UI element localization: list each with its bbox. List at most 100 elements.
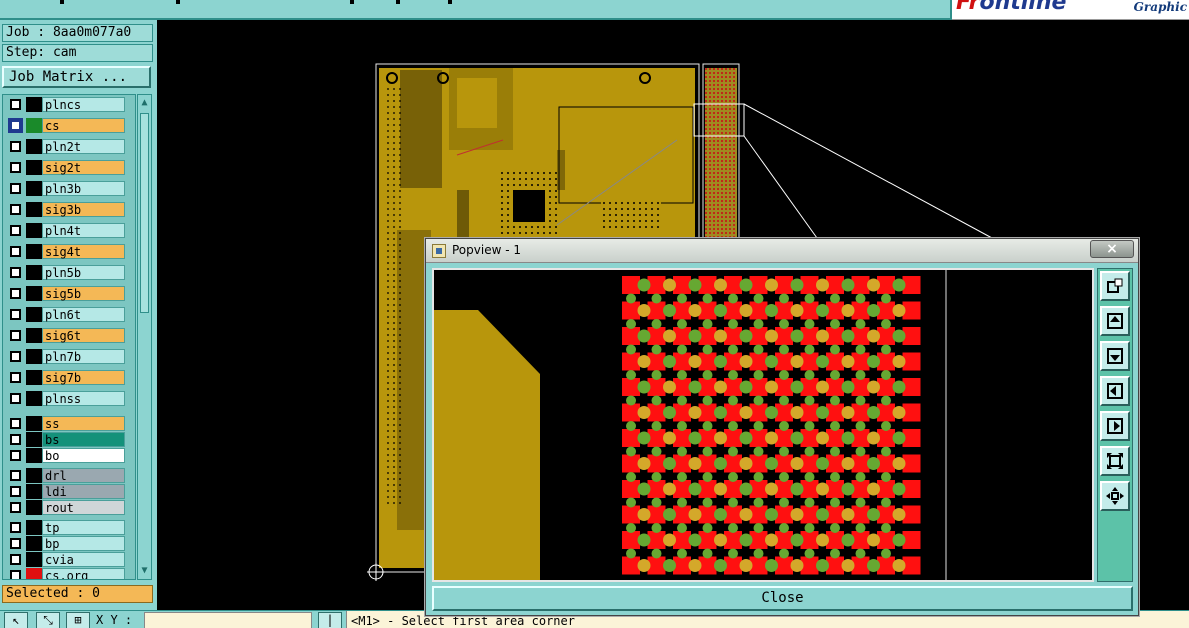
layer-name[interactable]: cs [42, 118, 125, 133]
layer-checkbox[interactable] [10, 288, 21, 299]
layer-checkbox[interactable] [10, 538, 21, 549]
layer-checkbox[interactable] [10, 570, 21, 579]
layer-row-sig2t[interactable]: sig2t [5, 160, 125, 175]
layer-checkbox[interactable] [10, 470, 21, 481]
layer-checkbox[interactable] [10, 351, 21, 362]
layer-scrollbar[interactable]: ▲ ▼ [137, 94, 152, 580]
layer-color-swatch[interactable] [26, 349, 42, 364]
snap-tool-button[interactable]: | [318, 612, 342, 628]
layer-color-swatch[interactable] [26, 432, 42, 447]
layer-row-ss[interactable]: ss [5, 416, 125, 431]
layer-checkbox[interactable] [10, 204, 21, 215]
layer-name[interactable]: cvia [42, 552, 125, 567]
layer-name[interactable]: sig6t [42, 328, 125, 343]
layer-name[interactable]: bp [42, 536, 125, 551]
layer-row-ldi[interactable]: ldi [5, 484, 125, 499]
layer-color-swatch[interactable] [26, 328, 42, 343]
layer-name[interactable]: plncs [42, 97, 125, 112]
popview-close-x-button[interactable]: × [1090, 240, 1134, 258]
layer-checkbox[interactable] [10, 522, 21, 533]
pan-down-icon[interactable] [1100, 341, 1130, 371]
layer-row-plncs[interactable]: plncs [5, 97, 125, 112]
layer-name[interactable]: pln2t [42, 139, 125, 154]
layer-row-cs[interactable]: cs [5, 118, 125, 133]
layer-color-swatch[interactable] [26, 500, 42, 515]
layer-checkbox[interactable] [10, 434, 21, 445]
layer-row-sig3b[interactable]: sig3b [5, 202, 125, 217]
layer-color-swatch[interactable] [26, 391, 42, 406]
layer-checkbox[interactable] [10, 267, 21, 278]
layer-color-swatch[interactable] [26, 416, 42, 431]
layer-row-pln3b[interactable]: pln3b [5, 181, 125, 196]
layer-row-bp[interactable]: bp [5, 536, 125, 551]
layer-name[interactable]: sig4t [42, 244, 125, 259]
layer-checkbox[interactable] [10, 225, 21, 236]
layer-row-pln4t[interactable]: pln4t [5, 223, 125, 238]
layer-row-plnss[interactable]: plnss [5, 391, 125, 406]
layer-name[interactable]: sig5b [42, 286, 125, 301]
layer-checkbox[interactable] [10, 309, 21, 320]
pan-left-icon[interactable] [1100, 376, 1130, 406]
layer-name[interactable]: pln4t [42, 223, 125, 238]
layer-checkbox[interactable] [10, 502, 21, 513]
layer-checkbox[interactable] [10, 372, 21, 383]
layer-checkbox[interactable] [10, 99, 21, 110]
layer-color-swatch[interactable] [26, 520, 42, 535]
popview-zoom-view[interactable] [432, 268, 1094, 582]
layer-color-swatch[interactable] [26, 244, 42, 259]
layer-row-sig4t[interactable]: sig4t [5, 244, 125, 259]
layer-color-swatch[interactable] [26, 484, 42, 499]
layer-color-swatch[interactable] [26, 286, 42, 301]
layer-color-swatch[interactable] [26, 265, 42, 280]
layer-name[interactable]: tp [42, 520, 125, 535]
layer-color-swatch[interactable] [26, 307, 42, 322]
layer-color-swatch[interactable] [26, 118, 42, 133]
layer-color-swatch[interactable] [26, 223, 42, 238]
layer-checkbox[interactable] [10, 418, 21, 429]
layer-checkbox[interactable] [10, 393, 21, 404]
layer-name[interactable]: sig3b [42, 202, 125, 217]
layer-name[interactable]: bs [42, 432, 125, 447]
layer-row-pln5b[interactable]: pln5b [5, 265, 125, 280]
scroll-thumb[interactable] [140, 113, 149, 313]
layer-name[interactable]: sig2t [42, 160, 125, 175]
layer-row-pln7b[interactable]: pln7b [5, 349, 125, 364]
layer-checkbox[interactable] [10, 450, 21, 461]
layer-checkbox[interactable] [10, 183, 21, 194]
layer-name[interactable]: pln3b [42, 181, 125, 196]
layer-name[interactable]: ss [42, 416, 125, 431]
scroll-down-icon[interactable]: ▼ [139, 565, 150, 577]
layer-row-drl[interactable]: drl [5, 468, 125, 483]
zoom-out-icon[interactable] [1100, 446, 1130, 476]
pan-right-icon[interactable] [1100, 411, 1130, 441]
pan-up-icon[interactable] [1100, 306, 1130, 336]
grid-tool-button[interactable]: ⊞ [66, 612, 90, 628]
zoom-in-icon[interactable] [1100, 481, 1130, 511]
layer-name[interactable]: ldi [42, 484, 125, 499]
layer-row-cvia[interactable]: cvia [5, 552, 125, 567]
layer-color-swatch[interactable] [26, 97, 42, 112]
layer-name[interactable]: rout [42, 500, 125, 515]
layer-checkbox[interactable] [10, 162, 21, 173]
layer-row-bo[interactable]: bo [5, 448, 125, 463]
zoom-tool-button[interactable]: ⤡ [36, 612, 60, 628]
layer-row-sig5b[interactable]: sig5b [5, 286, 125, 301]
layer-checkbox[interactable] [10, 554, 21, 565]
layer-checkbox[interactable] [10, 330, 21, 341]
layer-name[interactable]: sig7b [42, 370, 125, 385]
select-tool-button[interactable]: ↖ [4, 612, 28, 628]
layer-checkbox[interactable] [10, 246, 21, 257]
layer-color-swatch[interactable] [26, 568, 42, 579]
layer-color-swatch[interactable] [26, 139, 42, 154]
layer-color-swatch[interactable] [26, 552, 42, 567]
layer-color-swatch[interactable] [26, 448, 42, 463]
layer-color-swatch[interactable] [26, 202, 42, 217]
layer-row-sig6t[interactable]: sig6t [5, 328, 125, 343]
job-matrix-button[interactable]: Job Matrix ... [2, 66, 151, 88]
layer-checkbox[interactable] [10, 486, 21, 497]
layer-color-swatch[interactable] [26, 160, 42, 175]
layer-checkbox[interactable] [10, 120, 21, 131]
popview-titlebar[interactable]: Popview - 1 × [426, 239, 1138, 263]
layer-row-rout[interactable]: rout [5, 500, 125, 515]
layer-checkbox[interactable] [10, 141, 21, 152]
